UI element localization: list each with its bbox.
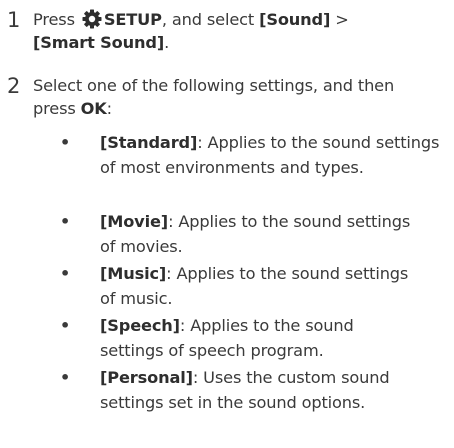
step-text-end: . — [164, 33, 170, 52]
option-text: [Personal]: Uses the custom sound settin… — [100, 365, 450, 415]
bullet: • — [60, 368, 71, 387]
step-text-end: : — [106, 99, 112, 118]
ok-label: OK — [80, 99, 107, 118]
step-text-press: Press — [33, 10, 80, 29]
smart-sound-menu-label: [Smart Sound] — [33, 33, 165, 52]
step-number: 2 — [7, 74, 21, 98]
step-number: 1 — [7, 8, 21, 32]
option-text: [Music]: Applies to the sound settings o… — [100, 261, 420, 311]
bullet: • — [60, 264, 71, 283]
menu-separator: > — [330, 10, 349, 29]
option-label: [Music] — [100, 264, 167, 283]
setup-label: SETUP — [103, 10, 162, 29]
bullet: • — [60, 133, 71, 152]
option-text: [Movie]: Applies to the sound settings o… — [100, 209, 420, 259]
option-text: [Speech]: Applies to the sound settings … — [100, 313, 420, 363]
option-label: [Standard] — [100, 133, 198, 152]
step-text-mid: , and select — [161, 10, 260, 29]
step-text: Press SETUP, and select [Sound] > [Smart … — [33, 8, 447, 54]
gear-icon — [82, 9, 102, 29]
step-text: Select one of the following settings, an… — [33, 74, 438, 120]
sound-menu-label: [Sound] — [259, 10, 331, 29]
bullet: • — [60, 212, 71, 231]
option-label: [Speech] — [100, 316, 180, 335]
instruction-document: 1 Press SETUP, and select [Sound] > [Sma… — [0, 0, 454, 448]
option-label: [Personal] — [100, 368, 193, 387]
option-text: [Standard]: Applies to the sound setting… — [100, 130, 450, 180]
bullet: • — [60, 316, 71, 335]
option-label: [Movie] — [100, 212, 169, 231]
